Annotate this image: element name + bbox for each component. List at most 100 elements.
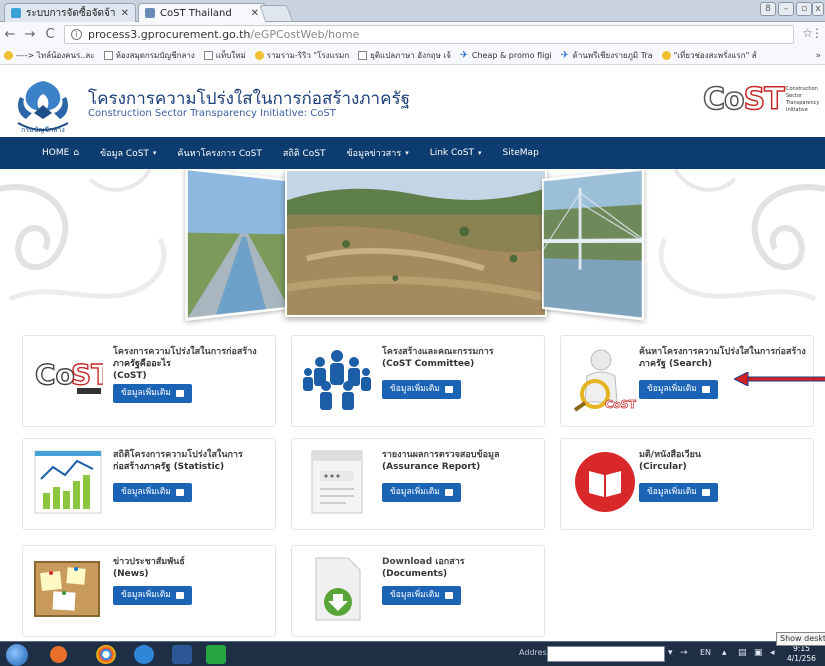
taskbar-clock[interactable]: 9:15 4/1/256 xyxy=(787,644,816,664)
bookmark-item[interactable]: "เที่ยวช่องสะพรั่งแรก" ส์ xyxy=(661,49,757,62)
card-title-line: (Assurance Report) xyxy=(382,462,481,472)
button-label: ข้อมูลเพิ่มเติม xyxy=(121,590,171,600)
bookmark-label: Cheap & promo fligi xyxy=(471,51,552,60)
bookmark-item[interactable]: รามราม-ริริว "โรงแรมก xyxy=(254,49,349,62)
tray-up-icon[interactable]: ▴ xyxy=(722,648,727,658)
more-info-button[interactable]: ข้อมูลเพิ่มเติม xyxy=(639,483,718,502)
card-title-line: รายงานผลการตรวจสอบข้อมูล xyxy=(382,450,500,460)
menu-dots-icon[interactable]: ⋮ xyxy=(811,26,823,40)
more-info-button[interactable]: ข้อมูลเพิ่มเติม xyxy=(382,380,461,399)
url-field[interactable]: i process3.gprocurement.go.th/eGPCostWeb… xyxy=(64,25,794,44)
slide-construction-site-image[interactable] xyxy=(285,169,547,317)
card-assurance-report: รายงานผลการตรวจสอบข้อมูล (Assurance Repo… xyxy=(291,438,545,530)
nav-label: ค้นหาโครงการ CoST xyxy=(177,149,262,159)
profile-icon[interactable]: 8 xyxy=(760,2,776,16)
close-icon[interactable]: ✕ xyxy=(251,8,259,19)
volume-icon[interactable]: ◂ xyxy=(770,648,775,658)
card-statistics: สถิติโครงการความโปร่งใสในการ ก่อสร้างภาค… xyxy=(22,438,276,530)
dropdown-arrow-icon[interactable]: ▾ xyxy=(668,648,673,658)
cost-logo-icon: Co ST xyxy=(34,357,103,394)
language-indicator[interactable]: EN xyxy=(700,648,711,657)
forward-arrow-icon[interactable]: → xyxy=(20,27,40,42)
bookmark-item[interactable]: ✈ Cheap & promo fligi xyxy=(460,51,552,61)
bookmark-item[interactable]: ห้องสมุดกรมบัญชีกลาง xyxy=(103,49,195,62)
taskbar-address-field[interactable] xyxy=(547,646,665,662)
tab-egp[interactable]: ระบบการจัดซื้อจัดจ้างภาครัฐ ✕ xyxy=(4,3,136,22)
bookmark-item[interactable]: ----> ไทล์น้องคนร..ละ xyxy=(4,49,95,62)
url-path: /eGPCostWeb/home xyxy=(250,28,360,41)
card-circular: มติ/หนังสือเวียน (Circular) ข้อมูลเพิ่มเ… xyxy=(560,438,814,530)
bookmarks-more-icon[interactable]: » xyxy=(815,51,821,61)
new-tab-button[interactable] xyxy=(259,5,293,21)
cost-logo[interactable]: CoST Construction Sector Transparency In… xyxy=(702,82,819,118)
plane-icon: ✈ xyxy=(560,50,570,61)
network-icon[interactable]: ▤ xyxy=(738,648,747,658)
comptroller-emblem-icon[interactable]: กรมบัญชีกลาง xyxy=(12,77,74,135)
card-title: Download เอกสาร (Documents) xyxy=(382,556,540,580)
bookmark-label: ----> ไทล์น้องคนร..ละ xyxy=(16,51,95,60)
bookmark-item[interactable]: ✈ ด้านพรีเชียงรายภูมิ Tra xyxy=(561,49,653,62)
folder-icon xyxy=(175,390,184,397)
folder-icon xyxy=(701,489,710,496)
image-slider[interactable] xyxy=(185,169,645,322)
bookmark-label: ห้องสมุดกรมบัญชีกลาง xyxy=(115,51,195,60)
restore-button[interactable]: ▫ xyxy=(796,2,812,16)
download-document-icon xyxy=(315,557,361,621)
card-title-line: โครงสร้างและคณะกรรมการ xyxy=(382,347,494,357)
annotation-arrow-icon xyxy=(734,372,825,386)
folder-icon xyxy=(175,489,184,496)
internet-explorer-icon[interactable] xyxy=(134,645,154,664)
chrome-icon[interactable] xyxy=(96,645,116,664)
close-window-button[interactable]: x xyxy=(812,2,824,16)
bookmark-label: ด้านพรีเชียงรายภูมิ Tra xyxy=(572,51,653,60)
more-info-button[interactable]: ข้อมูลเพิ่มเติม xyxy=(382,586,461,605)
slide-bridge-image[interactable] xyxy=(542,169,645,321)
minimize-button[interactable]: – xyxy=(778,2,794,16)
clock-date: 4/1/256 xyxy=(787,654,816,663)
nav-link-cost[interactable]: Link CoST ▾ xyxy=(430,148,482,158)
bookmark-item[interactable]: แท็บใหม่ xyxy=(203,49,246,62)
bookmark-item[interactable]: ยุติแปลภาษา อังกฤษ เจ้ xyxy=(358,49,451,62)
decorative-swirl-right xyxy=(658,169,825,302)
chevron-down-icon: ▾ xyxy=(152,149,157,157)
nav-sitemap[interactable]: SiteMap xyxy=(503,148,539,158)
reload-icon[interactable]: C xyxy=(40,27,60,42)
more-info-button[interactable]: ข้อมูลเพิ่มเติม xyxy=(113,586,192,605)
more-info-button[interactable]: ข้อมูลเพิ่มเติม xyxy=(382,483,461,502)
nav-cost-info[interactable]: ข้อมูล CoST ▾ xyxy=(100,146,156,160)
more-info-button[interactable]: ข้อมูลเพิ่มเติม xyxy=(639,380,718,399)
word-icon[interactable] xyxy=(172,645,192,664)
nav-label: SiteMap xyxy=(502,148,539,158)
slide-canal-image[interactable] xyxy=(185,169,290,322)
book-icon xyxy=(575,452,635,512)
cost-favicon-icon xyxy=(145,8,155,18)
folder-icon xyxy=(444,489,453,496)
more-info-button[interactable]: ข้อมูลเพิ่มเติม xyxy=(113,384,192,403)
button-label: ข้อมูลเพิ่มเติม xyxy=(121,487,171,497)
card-title: สถิติโครงการความโปร่งใสในการ ก่อสร้างภาค… xyxy=(113,449,271,473)
nav-statistics[interactable]: สถิติ CoST xyxy=(283,146,326,160)
card-cost-about: Co ST โครงการความโปร่งใสในการก่อสร้าง ภา… xyxy=(22,335,276,427)
media-player-icon[interactable] xyxy=(50,646,67,663)
site-header: กรมบัญชีกลาง โครงการความโปร่งใสในการก่อส… xyxy=(0,65,825,137)
card-title-line: (CoST) xyxy=(113,371,147,381)
card-title: มติ/หนังสือเวียน (Circular) xyxy=(639,449,797,473)
nav-home[interactable]: HOME ⌂ xyxy=(42,148,79,158)
nav-search-projects[interactable]: ค้นหาโครงการ CoST xyxy=(177,146,261,160)
start-button-icon[interactable] xyxy=(6,644,28,666)
browser-tab-strip: ระบบการจัดซื้อจัดจ้างภาครัฐ ✕ CoST Thail… xyxy=(0,0,825,22)
card-title: ค้นหาโครงการความโปร่งใสในการก่อสร้าง ภาค… xyxy=(639,346,811,370)
tab-cost-thailand[interactable]: CoST Thailand ✕ xyxy=(138,3,266,22)
line-app-icon[interactable] xyxy=(206,645,226,664)
bookmarks-bar: ----> ไทล์น้องคนร..ละ ห้องสมุดกรมบัญชีกล… xyxy=(0,47,825,65)
info-icon[interactable]: i xyxy=(71,29,82,40)
go-arrow-icon[interactable]: → xyxy=(680,648,688,658)
hero-banner xyxy=(0,169,825,327)
nav-news[interactable]: ข้อมูลข่าวสาร ▾ xyxy=(347,146,409,160)
more-info-button[interactable]: ข้อมูลเพิ่มเติม xyxy=(113,483,192,502)
card-news: ข่าวประชาสัมพันธ์ (News) ข้อมูลเพิ่มเติม xyxy=(22,545,276,637)
page-icon xyxy=(203,51,213,60)
back-arrow-icon[interactable]: ← xyxy=(0,27,20,42)
monitor-icon[interactable]: ▣ xyxy=(754,648,763,658)
close-icon[interactable]: ✕ xyxy=(121,8,129,19)
